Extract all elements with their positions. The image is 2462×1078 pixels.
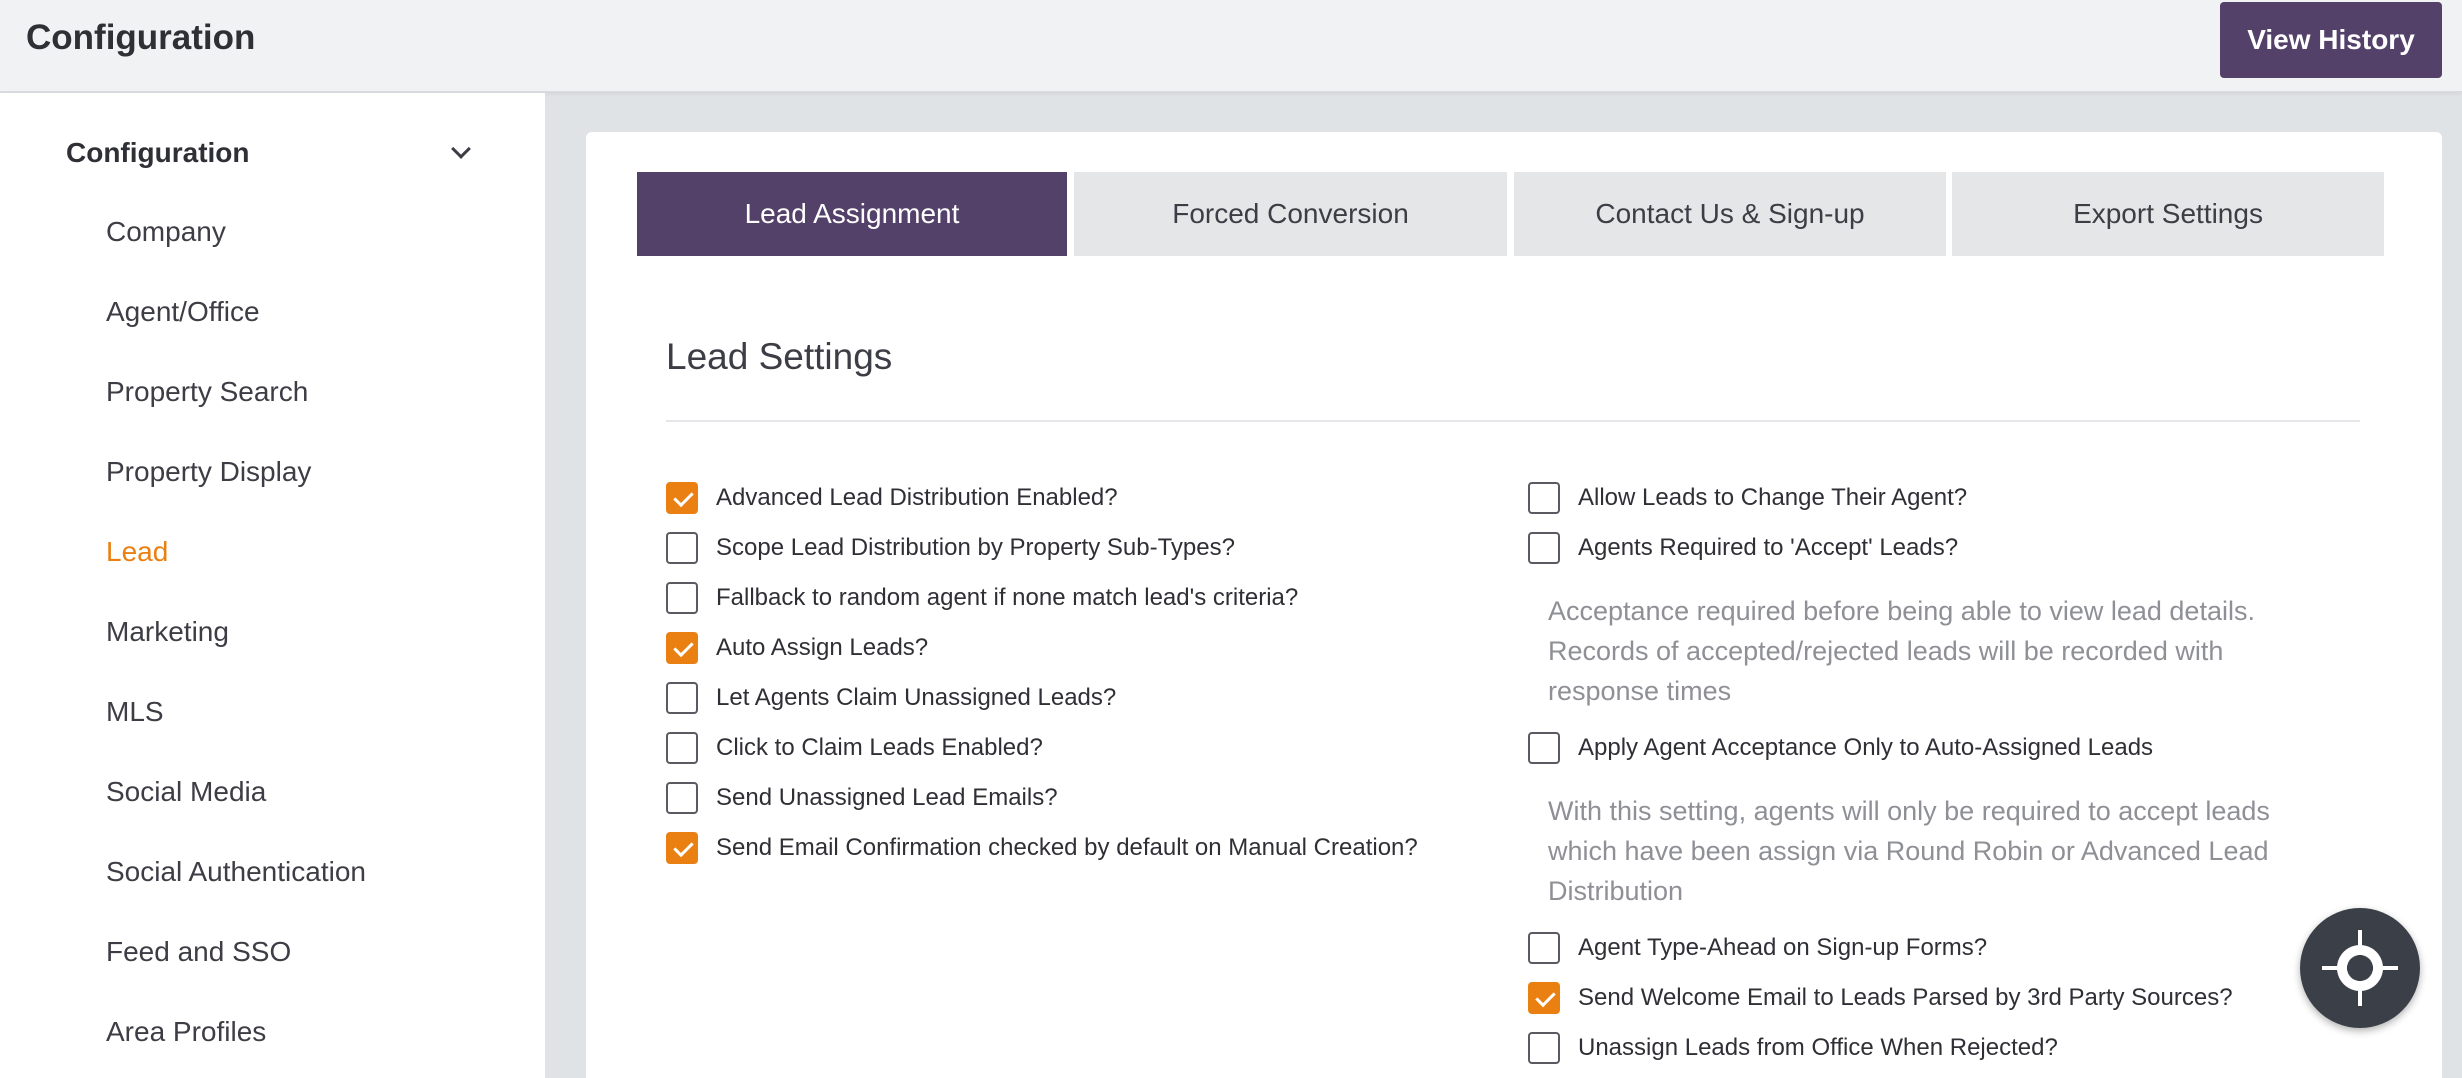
sidebar-item-feed-and-sso[interactable]: Feed and SSO [106, 932, 291, 972]
checkbox[interactable] [1528, 482, 1560, 514]
setting-label: Auto Assign Leads? [716, 634, 929, 661]
setting-label: Advanced Lead Distribution Enabled? [716, 484, 1118, 511]
sidebar-item-mls[interactable]: MLS [106, 692, 164, 732]
setting-apply-acceptance-auto-assigned[interactable]: Apply Agent Acceptance Only to Auto-Assi… [1528, 730, 2153, 766]
sidebar-item-social-authentication[interactable]: Social Authentication [106, 852, 366, 892]
checkbox[interactable] [666, 482, 698, 514]
setting-fallback-random-agent[interactable]: Fallback to random agent if none match l… [666, 580, 1298, 616]
checkbox[interactable] [666, 532, 698, 564]
setting-send-email-confirmation[interactable]: Send Email Confirmation checked by defau… [666, 830, 1418, 866]
setting-label: Send Welcome Email to Leads Parsed by 3r… [1578, 984, 2233, 1011]
setting-advanced-lead-distribution[interactable]: Advanced Lead Distribution Enabled? [666, 480, 1118, 516]
checkbox[interactable] [666, 732, 698, 764]
setting-auto-assign-leads[interactable]: Auto Assign Leads? [666, 630, 928, 666]
setting-send-unassigned-emails[interactable]: Send Unassigned Lead Emails? [666, 780, 1058, 816]
setting-scope-lead-distribution[interactable]: Scope Lead Distribution by Property Sub-… [666, 530, 1235, 566]
settings-card: Lead Assignment Forced Conversion Contac… [586, 132, 2442, 1078]
checkbox[interactable] [666, 782, 698, 814]
setting-label: Agent Type-Ahead on Sign-up Forms? [1578, 934, 1988, 961]
setting-click-to-claim[interactable]: Click to Claim Leads Enabled? [666, 730, 1043, 766]
setting-unassign-office-rejected[interactable]: Unassign Leads from Office When Rejected… [1528, 1030, 2058, 1066]
setting-agents-claim-unassigned[interactable]: Let Agents Claim Unassigned Leads? [666, 680, 1116, 716]
checkbox[interactable] [1528, 532, 1560, 564]
setting-label: Unassign Leads from Office When Rejected… [1578, 1034, 2058, 1061]
checkbox[interactable] [666, 582, 698, 614]
top-bar: Configuration View History [0, 0, 2462, 92]
sidebar-item-property-display[interactable]: Property Display [106, 452, 311, 492]
sidebar-item-property-search[interactable]: Property Search [106, 372, 308, 412]
help-text-auto-assigned: With this setting, agents will only be r… [1548, 796, 2270, 906]
checkbox[interactable] [1528, 932, 1560, 964]
setting-label: Allow Leads to Change Their Agent? [1578, 484, 1968, 511]
setting-agent-type-ahead[interactable]: Agent Type-Ahead on Sign-up Forms? [1528, 930, 1987, 966]
page-title: Configuration [26, 18, 256, 57]
checkbox[interactable] [666, 682, 698, 714]
checkbox[interactable] [666, 832, 698, 864]
setting-label: Fallback to random agent if none match l… [716, 584, 1299, 611]
sidebar-item-lead[interactable]: Lead [106, 532, 168, 572]
checkbox[interactable] [1528, 1032, 1560, 1064]
setting-label: Scope Lead Distribution by Property Sub-… [716, 534, 1235, 561]
section-divider [666, 420, 2360, 422]
tab-lead-assignment[interactable]: Lead Assignment [637, 172, 1067, 256]
setting-label: Apply Agent Acceptance Only to Auto-Assi… [1578, 734, 2154, 761]
setting-label: Send Unassigned Lead Emails? [716, 784, 1058, 811]
setting-label: Click to Claim Leads Enabled? [716, 734, 1043, 761]
checkbox[interactable] [1528, 732, 1560, 764]
sidebar-item-social-media[interactable]: Social Media [106, 772, 266, 812]
checkbox[interactable] [666, 632, 698, 664]
setting-label: Agents Required to 'Accept' Leads? [1578, 534, 1959, 561]
tab-contact-us-sign-up[interactable]: Contact Us & Sign-up [1514, 172, 1946, 256]
setting-agents-required-accept[interactable]: Agents Required to 'Accept' Leads? [1528, 530, 1958, 566]
sidebar-item-marketing[interactable]: Marketing [106, 612, 229, 652]
setting-label: Let Agents Claim Unassigned Leads? [716, 684, 1117, 711]
sidebar-section-label: Configuration [66, 137, 250, 168]
section-title: Lead Settings [666, 336, 893, 377]
chevron-down-icon [451, 139, 471, 159]
view-history-button[interactable]: View History [2220, 2, 2442, 78]
crosshair-icon [2322, 930, 2398, 1006]
help-text-acceptance: Acceptance required before being able to… [1548, 596, 2255, 706]
sidebar-section-toggle[interactable]: Configuration [66, 133, 476, 173]
sidebar-item-area-profiles[interactable]: Area Profiles [106, 1012, 266, 1052]
checkbox[interactable] [1528, 982, 1560, 1014]
setting-label: Send Email Confirmation checked by defau… [716, 834, 1418, 861]
tab-forced-conversion[interactable]: Forced Conversion [1074, 172, 1507, 256]
tab-export-settings[interactable]: Export Settings [1952, 172, 2384, 256]
sidebar-item-company[interactable]: Company [106, 212, 226, 252]
sidebar: Configuration Company Agent/Office Prope… [0, 93, 545, 1078]
sidebar-item-agent-office[interactable]: Agent/Office [106, 292, 260, 332]
setting-allow-leads-change-agent[interactable]: Allow Leads to Change Their Agent? [1528, 480, 1967, 516]
help-fab-button[interactable] [2300, 908, 2420, 1028]
setting-send-welcome-email[interactable]: Send Welcome Email to Leads Parsed by 3r… [1528, 980, 2233, 1016]
